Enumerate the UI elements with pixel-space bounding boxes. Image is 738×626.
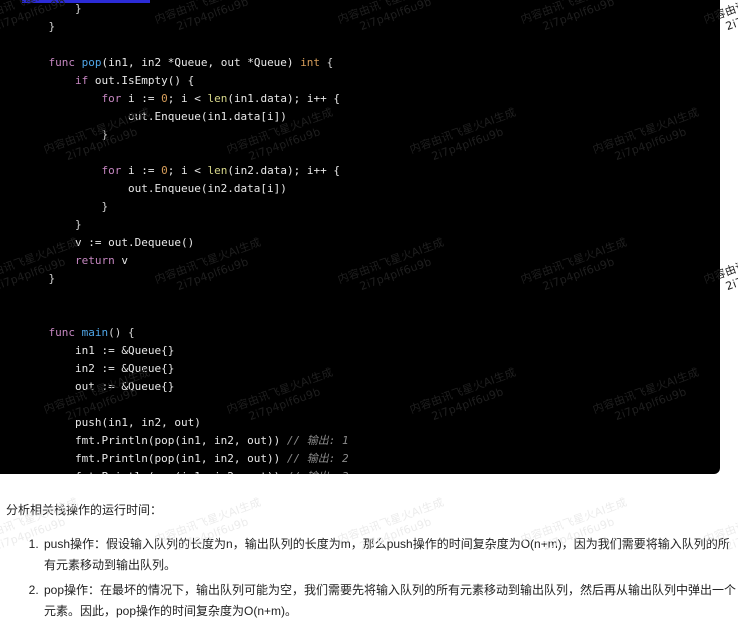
list-item: pop操作：在最坏的情况下，输出队列可能为空，我们需要先将输入队列的所有元素移动…: [42, 580, 738, 622]
code-line: fmt.Println(pop(in1, in2, out)) // 输出: 2: [0, 450, 720, 468]
code-line: if out.IsEmpty() {: [0, 72, 720, 90]
code-token: }: [74, 2, 82, 15]
code-token: () {: [108, 326, 135, 339]
code-token: }: [48, 20, 56, 33]
code-token: in2 := &Queue{}: [74, 362, 175, 375]
code-token: for: [101, 92, 122, 105]
code-line: }: [0, 216, 720, 234]
code-line: }: [0, 270, 720, 288]
code-line: return v: [0, 252, 720, 270]
code-line: func main() {: [0, 324, 720, 342]
code-line: out.Enqueue(in1.data[i]): [0, 108, 720, 126]
code-token: (in2.data); i++ {: [227, 164, 340, 177]
code-line: in2 := &Queue{}: [0, 360, 720, 378]
code-token: fmt.Println(pop(in1, in2, out)): [74, 434, 287, 447]
code-token: if: [74, 74, 89, 87]
code-line: in1 := &Queue{}: [0, 342, 720, 360]
code-token: }: [101, 200, 109, 213]
code-token: func: [48, 56, 82, 69]
code-token: (in1, in2 *Queue, out *Queue): [101, 56, 301, 69]
code-token: ; i <: [167, 164, 208, 177]
code-line: out := &Queue{}: [0, 378, 720, 396]
code-line: v := out.Dequeue(): [0, 234, 720, 252]
code-token: in1 := &Queue{}: [74, 344, 175, 357]
code-token: for: [101, 164, 122, 177]
code-line: for i := 0; i < len(in1.data); i++ {: [0, 90, 720, 108]
code-token: int: [300, 56, 321, 69]
code-token: main: [81, 326, 109, 339]
code-token: out := &Queue{}: [74, 380, 175, 393]
code-token: {: [320, 56, 334, 69]
code-token: i :=: [121, 92, 162, 105]
code-token: out.Enqueue(in2.data[i]): [127, 182, 287, 195]
code-token: len: [207, 92, 228, 105]
code-token: }: [101, 128, 109, 141]
code-token: out.Enqueue(in1.data[i]): [127, 110, 287, 123]
code-token: v: [114, 254, 128, 267]
code-token: (in1.data); i++ {: [227, 92, 340, 105]
code-token: // 输出: 1: [286, 434, 349, 447]
code-line: push(in1, in2, out): [0, 414, 720, 432]
code-line: fmt.Println(pop(in1, in2, out)) // 输出: 1: [0, 432, 720, 450]
code-token: push(in1, in2, out): [74, 416, 201, 429]
code-block[interactable]: } } func pop(in1, in2 *Queue, out *Queue…: [0, 0, 720, 474]
list-item: push操作：假设输入队列的长度为n，输出队列的长度为m，那么push操作的时间…: [42, 534, 738, 576]
code-line: func pop(in1, in2 *Queue, out *Queue) in…: [0, 54, 720, 72]
code-token: out.IsEmpty() {: [88, 74, 195, 87]
selected-line-highlight: [22, 0, 150, 3]
code-token: return: [74, 254, 115, 267]
code-line: out.Enqueue(in2.data[i]): [0, 180, 720, 198]
code-token: 0: [161, 92, 168, 105]
code-token: fmt.Println(pop(in1, in2, out)): [74, 452, 287, 465]
code-line: for i := 0; i < len(in2.data); i++ {: [0, 162, 720, 180]
code-line: }: [0, 198, 720, 216]
code-line: }: [0, 18, 720, 36]
code-content: } } func pop(in1, in2 *Queue, out *Queue…: [0, 0, 720, 474]
code-token: func: [48, 326, 82, 339]
code-token: }: [48, 272, 56, 285]
analysis-section: 分析相关栈操作的运行时间： push操作：假设输入队列的长度为n，输出队列的长度…: [0, 474, 738, 626]
code-token: v := out.Dequeue(): [74, 236, 195, 249]
code-scroll-area[interactable]: } } func pop(in1, in2 *Queue, out *Queue…: [0, 0, 720, 474]
code-line: }: [0, 126, 720, 144]
code-token: pop: [81, 56, 102, 69]
code-token: len: [207, 164, 228, 177]
analysis-list: push操作：假设输入队列的长度为n，输出队列的长度为m，那么push操作的时间…: [0, 534, 738, 622]
code-token: i :=: [121, 164, 162, 177]
code-token: }: [74, 218, 82, 231]
code-token: 0: [161, 164, 168, 177]
code-token: ; i <: [167, 92, 208, 105]
code-token: // 输出: 2: [286, 452, 349, 465]
analysis-lead: 分析相关栈操作的运行时间：: [6, 503, 163, 517]
